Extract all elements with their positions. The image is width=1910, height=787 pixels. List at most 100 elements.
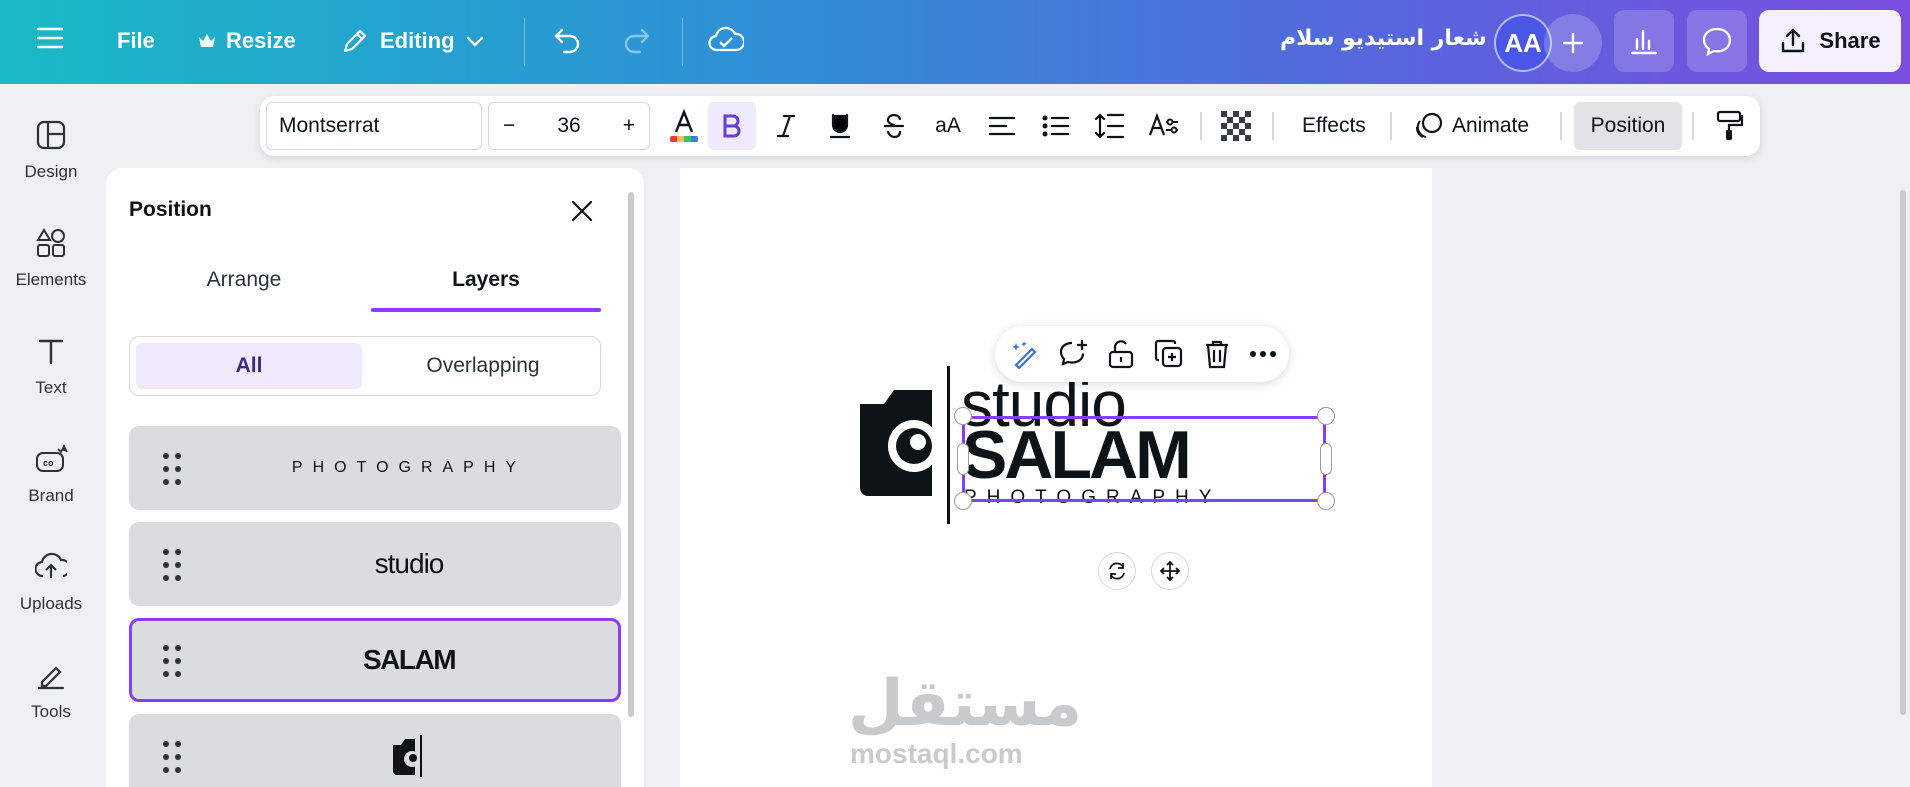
strikethrough-button[interactable]: [870, 102, 918, 150]
panel-title: Position: [129, 198, 212, 221]
copy-style-button[interactable]: [1706, 102, 1754, 150]
resize-handle[interactable]: [1317, 492, 1335, 510]
elements-icon: [34, 226, 68, 260]
share-button[interactable]: Share: [1759, 10, 1901, 72]
bar-chart-icon: [1630, 29, 1658, 55]
line-spacing-icon: [1095, 113, 1125, 139]
comment-add-icon: [1059, 339, 1088, 366]
design-icon: [34, 118, 68, 152]
tab-layers[interactable]: Layers: [371, 268, 601, 292]
canvas-scrollbar[interactable]: [1900, 190, 1906, 715]
divider: [524, 18, 525, 66]
menu-button[interactable]: [36, 26, 64, 50]
layer-preview: [229, 714, 589, 787]
divider: [682, 18, 683, 66]
lock-button[interactable]: [1103, 336, 1139, 372]
align-button[interactable]: [978, 102, 1026, 150]
unlock-icon: [1108, 340, 1134, 369]
left-rail: Design Elements Text co Brand Uploads To…: [0, 84, 102, 787]
selection-box[interactable]: [962, 416, 1326, 502]
divider: [1692, 112, 1694, 140]
letter-case-button[interactable]: aA: [924, 102, 972, 150]
drag-handle-icon[interactable]: [163, 741, 181, 773]
text-color-button[interactable]: [660, 102, 708, 150]
camera-logo-icon[interactable]: [858, 382, 948, 502]
undo-icon: [554, 28, 580, 54]
underline-button[interactable]: [816, 102, 864, 150]
rail-item-text[interactable]: Text: [0, 334, 102, 398]
duplicate-button[interactable]: [1151, 336, 1187, 372]
layer-filter-toggle: All Overlapping: [129, 336, 601, 396]
hamburger-icon: [36, 27, 64, 49]
bold-icon: [723, 114, 741, 138]
magic-edit-button[interactable]: [1007, 336, 1043, 372]
decrease-size-button[interactable]: −: [503, 114, 515, 138]
filter-all[interactable]: All: [136, 343, 362, 389]
side-handle[interactable]: [957, 443, 969, 475]
more-options-button[interactable]: [1245, 336, 1281, 372]
side-handle[interactable]: [1320, 443, 1332, 475]
font-family-selector[interactable]: Montserrat: [266, 102, 482, 150]
comments-button[interactable]: [1687, 10, 1747, 72]
filter-overlapping[interactable]: Overlapping: [370, 343, 596, 389]
divider: [1390, 112, 1392, 140]
drag-handle-icon[interactable]: [163, 453, 181, 485]
editing-mode-dropdown[interactable]: Editing: [340, 26, 485, 56]
resize-handle[interactable]: [954, 407, 972, 425]
text-toolbar: Montserrat − 36 + aA Effects Animate Pos…: [260, 96, 1760, 156]
delete-button[interactable]: [1199, 336, 1235, 372]
rail-item-uploads[interactable]: Uploads: [0, 550, 102, 614]
layer-item[interactable]: studio: [129, 522, 621, 606]
close-button[interactable]: [565, 194, 599, 228]
rail-item-brand[interactable]: co Brand: [0, 442, 102, 506]
watermark-latin: mostaql.com: [850, 738, 1023, 769]
layer-item[interactable]: [129, 714, 621, 787]
file-menu[interactable]: File: [117, 28, 155, 54]
save-status-button[interactable]: [708, 24, 744, 56]
resize-handle[interactable]: [954, 492, 972, 510]
text-styles-button[interactable]: [1140, 102, 1188, 150]
document-title[interactable]: شعار استيديو سلام: [1280, 26, 1487, 51]
move-icon: [1159, 560, 1181, 582]
transparency-button[interactable]: [1212, 102, 1260, 150]
font-size-value[interactable]: 36: [557, 114, 580, 138]
insights-button[interactable]: [1614, 10, 1674, 72]
layer-item-selected[interactable]: SALAM: [129, 618, 621, 702]
increase-size-button[interactable]: +: [623, 114, 635, 138]
bold-button[interactable]: [708, 102, 756, 150]
drag-handle-icon[interactable]: [163, 549, 181, 581]
move-button[interactable]: [1151, 552, 1189, 590]
uploads-icon: [34, 550, 68, 584]
redo-button[interactable]: [622, 26, 652, 54]
bullet-list-icon: [1042, 115, 1070, 137]
close-icon: [571, 200, 593, 222]
rotate-button[interactable]: [1098, 552, 1136, 590]
resize-button[interactable]: Resize: [198, 28, 296, 54]
brand-icon: co: [34, 442, 68, 476]
more-icon: [1250, 351, 1276, 357]
rail-item-design[interactable]: Design: [0, 118, 102, 182]
plus-icon: [1562, 32, 1584, 54]
effects-button[interactable]: Effects: [1292, 102, 1376, 150]
undo-button[interactable]: [552, 26, 582, 54]
resize-handle[interactable]: [1317, 407, 1335, 425]
trash-icon: [1206, 340, 1228, 369]
transparency-icon: [1221, 111, 1251, 141]
add-comment-button[interactable]: [1055, 336, 1091, 372]
tools-icon: [34, 658, 68, 692]
layer-item[interactable]: PHOTOGRAPHY: [129, 426, 621, 510]
panel-scrollbar[interactable]: [628, 192, 634, 717]
drag-handle-icon[interactable]: [163, 645, 181, 677]
spacing-button[interactable]: [1086, 102, 1134, 150]
rail-item-elements[interactable]: Elements: [0, 226, 102, 290]
crown-icon: [199, 34, 215, 47]
rail-item-tools[interactable]: Tools: [0, 658, 102, 722]
italic-button[interactable]: [762, 102, 810, 150]
add-collaborator-button[interactable]: [1544, 14, 1602, 72]
redo-icon: [624, 28, 650, 54]
list-button[interactable]: [1032, 102, 1080, 150]
layer-preview: PHOTOGRAPHY: [291, 459, 527, 476]
tab-arrange[interactable]: Arrange: [129, 268, 359, 292]
position-button[interactable]: Position: [1574, 102, 1682, 150]
animate-button[interactable]: Animate: [1406, 102, 1537, 150]
